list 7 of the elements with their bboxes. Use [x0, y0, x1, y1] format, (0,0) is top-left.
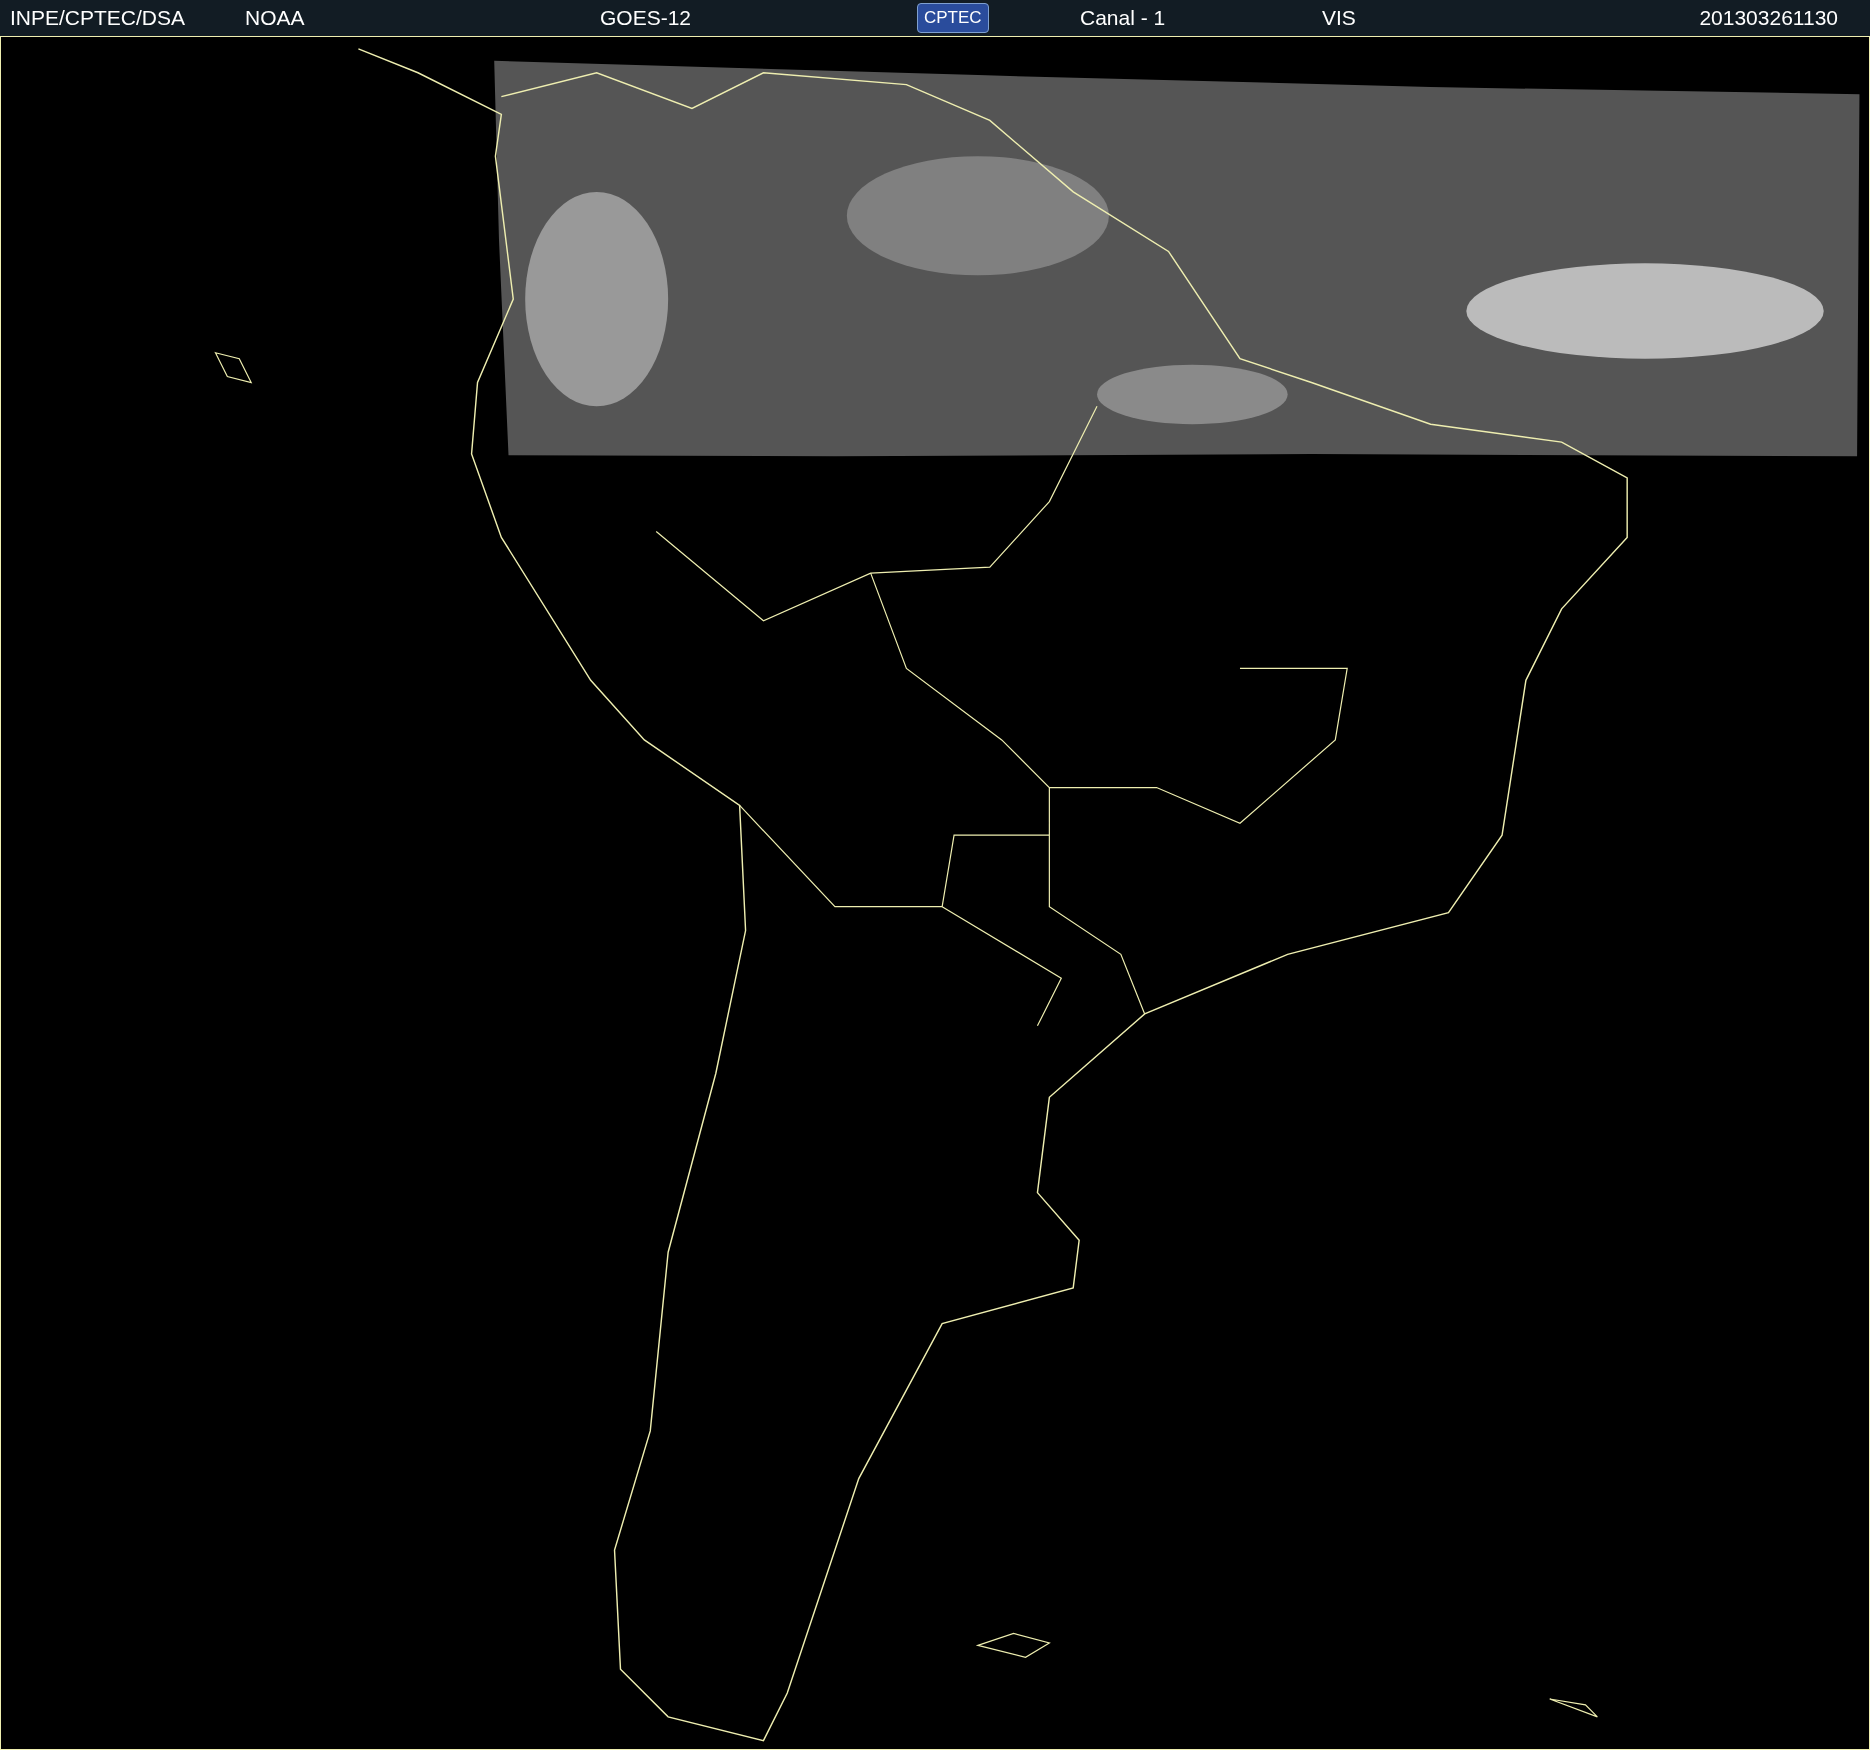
header-text: GOES-12: [600, 6, 692, 30]
header-text: INPE/CPTEC/DSA: [10, 6, 186, 30]
header-text: NOAA: [245, 6, 305, 30]
header-text: Canal - 1: [1080, 6, 1166, 30]
header-text: 201303261130: [1699, 6, 1838, 30]
logo: CPTEC: [917, 3, 989, 33]
header-text: VIS: [1322, 6, 1356, 30]
